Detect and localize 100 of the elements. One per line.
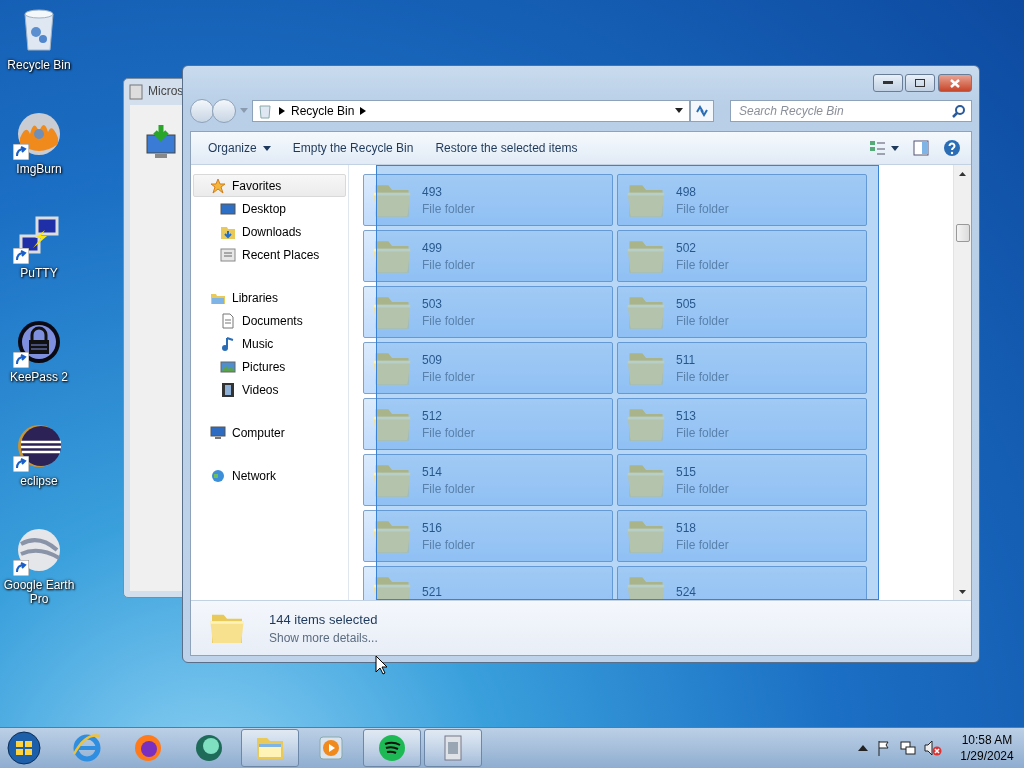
close-icon — [950, 78, 960, 88]
folder-type: File folder — [422, 313, 475, 328]
folder-type: File folder — [676, 313, 729, 328]
folder-type: File folder — [676, 481, 729, 496]
scroll-up-icon[interactable] — [959, 171, 966, 176]
folder-tile[interactable]: 499 File folder — [363, 230, 613, 282]
desktop-icon-label[interactable]: PuTTY — [20, 266, 58, 280]
minimize-icon — [883, 81, 893, 85]
volume-muted-icon[interactable] — [924, 740, 942, 756]
folder-name: 521 — [422, 585, 443, 599]
folder-name: 524 — [676, 585, 697, 599]
desktop-icon-label[interactable]: eclipse — [20, 474, 58, 488]
nav-item[interactable]: Libraries — [193, 286, 346, 309]
dropdown-caret-icon[interactable] — [675, 108, 683, 114]
breadcrumb[interactable]: Recycle Bin — [291, 104, 355, 118]
folder-tile[interactable]: 511 File folder — [617, 342, 867, 394]
desktop-icon-label[interactable]: Google Earth Pro — [0, 578, 78, 606]
breadcrumb-arrow-icon[interactable] — [360, 107, 367, 115]
details-link[interactable]: Show more details... — [269, 630, 378, 645]
scroll-thumb[interactable] — [955, 224, 970, 242]
nav-item[interactable]: Desktop — [193, 197, 346, 220]
start-button[interactable] — [4, 729, 44, 767]
network-icon[interactable] — [900, 740, 916, 756]
folder-name: 502 — [676, 240, 698, 255]
folder-name: 509 — [422, 352, 444, 367]
folder-tile[interactable]: 512 File folder — [363, 398, 613, 450]
folder-tile[interactable]: 514 File folder — [363, 454, 613, 506]
folder-tile[interactable]: 498 File folder — [617, 174, 867, 226]
folder-tile[interactable]: 513 File folder — [617, 398, 867, 450]
desktop-icon-label[interactable]: ImgBurn — [16, 162, 62, 176]
help-icon[interactable] — [943, 139, 961, 157]
folder-name: 513 — [676, 408, 698, 423]
lock-icon[interactable] — [15, 318, 63, 366]
desktop-icon-label[interactable]: Recycle Bin — [7, 58, 71, 72]
breadcrumb-arrow-icon[interactable] — [279, 107, 285, 115]
nav-item[interactable]: Videos — [193, 378, 346, 401]
star-icon — [210, 177, 226, 194]
nav-item[interactable]: Favorites — [193, 174, 346, 197]
video-icon — [220, 381, 236, 398]
close-button[interactable] — [938, 74, 972, 92]
nav-item[interactable]: Downloads — [193, 220, 346, 243]
clock[interactable]: 10:58 AM 1/29/2024 — [958, 732, 1016, 764]
folder-tile[interactable]: 516 File folder — [363, 510, 613, 562]
refresh-button[interactable] — [690, 100, 714, 122]
toolbar-button[interactable]: Organize — [199, 137, 280, 159]
preview-pane-icon[interactable] — [913, 140, 929, 156]
folder-type: File folder — [676, 257, 729, 272]
selection-summary: 144 items selected — [269, 611, 378, 627]
folder-type: File folder — [422, 257, 475, 272]
folder-name: 503 — [422, 296, 444, 311]
folder-type: File folder — [422, 481, 475, 496]
folder-tile[interactable]: 493 File folder — [363, 174, 613, 226]
taskbar-button[interactable] — [363, 729, 421, 767]
folder-name: 514 — [422, 464, 444, 479]
folder-tile[interactable]: 503 File folder — [363, 286, 613, 338]
toolbar-button[interactable]: Restore the selected items — [426, 137, 587, 159]
recycle-bin-icon — [257, 103, 273, 119]
desktop-icon-label[interactable]: KeePass 2 — [9, 370, 68, 384]
picture-icon — [220, 358, 236, 375]
folder-tile[interactable]: 521 — [363, 566, 613, 600]
maximize-button[interactable] — [905, 74, 935, 92]
search-icon[interactable] — [952, 104, 966, 118]
folder-name: 518 — [676, 520, 698, 535]
view-options-icon[interactable] — [869, 140, 899, 156]
show-hidden-icons-icon[interactable] — [858, 744, 868, 752]
folder-tile[interactable]: 515 File folder — [617, 454, 867, 506]
globe-icon[interactable] — [15, 526, 63, 574]
nav-item[interactable]: Documents — [193, 309, 346, 332]
toolbar-button[interactable]: Empty the Recycle Bin — [283, 137, 423, 159]
recent-icon — [220, 246, 236, 263]
flag-icon[interactable] — [876, 740, 892, 756]
disc-icon[interactable] — [15, 110, 63, 158]
folder-tile[interactable]: 502 File folder — [617, 230, 867, 282]
folder-name: 499 — [422, 240, 444, 255]
nav-item[interactable]: Pictures — [193, 355, 346, 378]
nav-item[interactable]: Recent Places — [193, 243, 346, 266]
folder-tile[interactable]: 524 — [617, 566, 867, 600]
maximize-icon — [915, 79, 925, 87]
folder-tile[interactable]: 509 File folder — [363, 342, 613, 394]
folder-type: File folder — [422, 369, 475, 384]
nav-item[interactable]: Network — [193, 464, 346, 487]
nav-item[interactable]: Music — [193, 332, 346, 355]
folder-tile[interactable]: 505 File folder — [617, 286, 867, 338]
scroll-down-icon[interactable] — [959, 589, 966, 594]
document-icon — [220, 312, 236, 329]
minimize-button[interactable] — [873, 74, 903, 92]
folder-name: 511 — [676, 352, 697, 367]
folder-name: 505 — [676, 296, 698, 311]
search-field[interactable]: Search Recycle Bin — [730, 100, 972, 122]
address-bar[interactable]: Recycle Bin — [252, 100, 690, 122]
folder-type: File folder — [422, 201, 475, 216]
monitor-download-icon — [145, 125, 177, 159]
desktop-icon — [220, 200, 236, 217]
folder-tile[interactable]: 518 File folder — [617, 510, 867, 562]
eclipse-icon[interactable] — [15, 422, 63, 470]
scrollbar[interactable] — [953, 165, 971, 600]
folder-type: File folder — [422, 537, 475, 552]
nav-item[interactable]: Computer — [193, 421, 346, 444]
folder-type: File folder — [676, 425, 729, 440]
folder-name: 512 — [422, 408, 444, 423]
